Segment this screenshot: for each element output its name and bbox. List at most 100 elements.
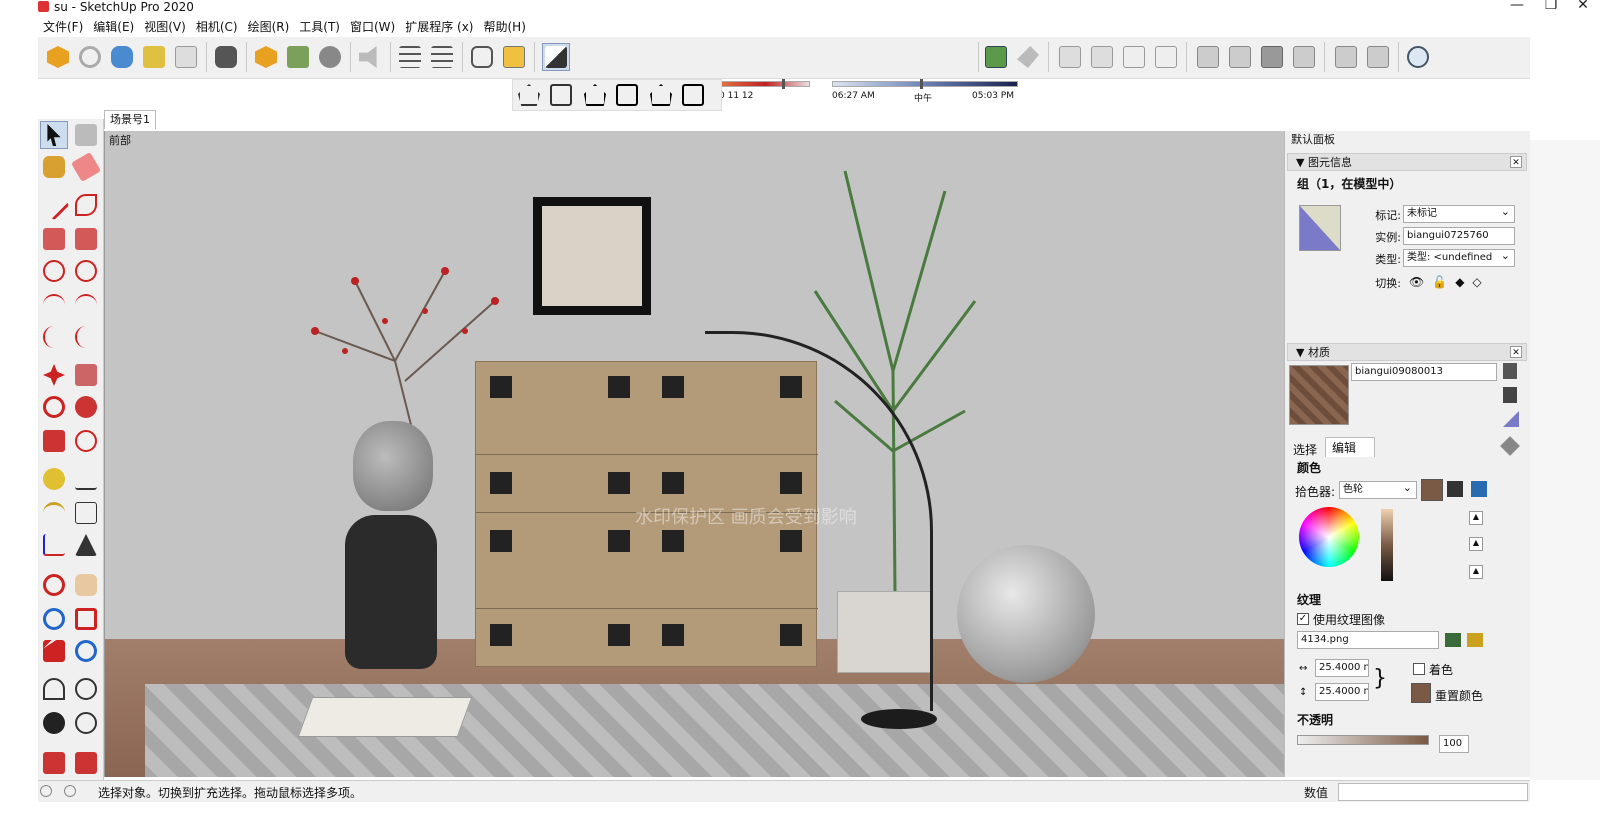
- opacity-slider[interactable]: [1297, 735, 1429, 745]
- lock-icon[interactable]: 🔓: [1432, 275, 1455, 289]
- 3d-text-icon[interactable]: [72, 531, 100, 559]
- settings-sliders-icon[interactable]: [396, 43, 424, 71]
- sandbox-icon[interactable]: [40, 749, 68, 777]
- sandbox-2-icon[interactable]: [72, 749, 100, 777]
- back-edges-icon[interactable]: [547, 81, 575, 109]
- menu-help[interactable]: 帮助(H): [478, 17, 530, 37]
- close-icon[interactable]: ✕: [1510, 346, 1522, 358]
- settings-sliders-2-icon[interactable]: [428, 43, 456, 71]
- xray-icon[interactable]: [515, 81, 543, 109]
- menu-draw[interactable]: 绘图(R): [243, 17, 295, 37]
- view-left-icon[interactable]: [1364, 43, 1392, 71]
- tab-select[interactable]: 选择: [1293, 441, 1317, 458]
- texture-height-field[interactable]: 25.4000 n: [1315, 683, 1369, 701]
- menu-view[interactable]: 视图(V): [139, 17, 191, 37]
- reset-color-swatch[interactable]: [1411, 683, 1431, 703]
- follow-me-icon[interactable]: [72, 393, 100, 421]
- section-plane-icon[interactable]: [72, 709, 100, 737]
- entity-info-header[interactable]: ▼ 图元信息 ✕: [1287, 153, 1527, 171]
- opacity-field[interactable]: 100: [1439, 735, 1469, 753]
- share-model-icon[interactable]: [108, 43, 136, 71]
- add-location-icon[interactable]: [44, 43, 72, 71]
- three-point-arc-icon[interactable]: [40, 323, 68, 351]
- shadow-date-thumb[interactable]: [782, 79, 785, 89]
- tab-edit[interactable]: 编辑: [1325, 437, 1375, 457]
- paint-bucket-icon[interactable]: [40, 153, 68, 181]
- type-dropdown[interactable]: 类型: <undefined: [1403, 249, 1515, 267]
- protractor-icon[interactable]: [40, 499, 68, 527]
- layout-export-icon[interactable]: [1056, 43, 1084, 71]
- close-icon[interactable]: ✕: [1510, 156, 1522, 168]
- credits-icon[interactable]: [64, 785, 76, 797]
- tape-measure-icon[interactable]: [40, 465, 68, 493]
- refresh-icon[interactable]: [76, 43, 104, 71]
- pan-hand-icon[interactable]: [72, 571, 100, 599]
- minimize-button[interactable]: —: [1500, 0, 1534, 14]
- export-pdf-icon[interactable]: [1152, 43, 1180, 71]
- zoom-extents-icon[interactable]: [40, 637, 68, 665]
- sound-icon[interactable]: [356, 43, 384, 71]
- close-button[interactable]: ✕: [1566, 0, 1600, 14]
- instance-field[interactable]: biangui0725760: [1403, 227, 1515, 245]
- geo-location-icon[interactable]: [140, 43, 168, 71]
- pie-icon[interactable]: [72, 323, 100, 351]
- eyedropper-icon[interactable]: [1500, 436, 1520, 456]
- text-icon[interactable]: [72, 499, 100, 527]
- menu-tools[interactable]: 工具(T): [294, 17, 345, 37]
- shadows-toggle-icon[interactable]: [542, 43, 570, 71]
- wireframe-icon[interactable]: [581, 81, 609, 109]
- shadow-time-slider[interactable]: 06:27 AM 中午 05:03 PM: [832, 79, 1018, 109]
- zoom-window-icon[interactable]: [72, 605, 100, 633]
- warehouse-icon[interactable]: [252, 43, 280, 71]
- menu-edit[interactable]: 编辑(E): [88, 17, 139, 37]
- zoom-icon[interactable]: [40, 605, 68, 633]
- menu-window[interactable]: 窗口(W): [345, 17, 400, 37]
- polygon-icon[interactable]: [72, 257, 100, 285]
- arc-icon[interactable]: [40, 291, 68, 319]
- receive-shadow-icon[interactable]: ◇: [1472, 275, 1489, 289]
- make-component-icon[interactable]: [72, 121, 100, 149]
- hidden-line-icon[interactable]: [613, 81, 641, 109]
- message-icon[interactable]: [468, 43, 496, 71]
- texture-width-field[interactable]: 25.4000 n: [1315, 659, 1369, 677]
- components-icon[interactable]: [284, 43, 312, 71]
- default-material-icon[interactable]: [1503, 387, 1517, 403]
- walk-icon[interactable]: [40, 709, 68, 737]
- browse-texture-icon[interactable]: [1467, 633, 1483, 647]
- vr-viewer-icon[interactable]: [212, 43, 240, 71]
- move-icon[interactable]: [40, 361, 68, 389]
- orbit-icon[interactable]: [40, 571, 68, 599]
- match-screen-color-icon[interactable]: [1471, 481, 1487, 497]
- edit-texture-icon[interactable]: [1445, 633, 1461, 647]
- sample-paint-icon[interactable]: [1503, 411, 1519, 427]
- visibility-eye-icon[interactable]: 👁: [1409, 275, 1432, 289]
- toggle-icons[interactable]: 👁🔓◆◇: [1409, 275, 1490, 289]
- dimension-icon[interactable]: [72, 465, 100, 493]
- view-iso-icon[interactable]: [1194, 43, 1222, 71]
- stepper-up-icon[interactable]: ▲: [1469, 511, 1483, 525]
- color-wheel[interactable]: [1299, 507, 1359, 567]
- color-swatch[interactable]: [1421, 479, 1443, 501]
- menu-extensions[interactable]: 扩展程序 (x): [400, 17, 478, 37]
- geo-map-icon[interactable]: [982, 43, 1010, 71]
- cast-shadow-icon[interactable]: ◆: [1455, 275, 1472, 289]
- shaded-textures-icon[interactable]: [679, 81, 707, 109]
- rotated-rectangle-icon[interactable]: [72, 225, 100, 253]
- picker-dropdown[interactable]: 色轮: [1339, 481, 1417, 499]
- photo-texture-icon[interactable]: [172, 43, 200, 71]
- previous-view-icon[interactable]: [72, 637, 100, 665]
- tag-dropdown[interactable]: 未标记: [1403, 205, 1515, 223]
- view-back-icon[interactable]: [1332, 43, 1360, 71]
- push-pull-icon[interactable]: [72, 361, 100, 389]
- line-icon[interactable]: [38, 189, 70, 221]
- texture-file-field[interactable]: 4134.png: [1297, 631, 1439, 649]
- rectangle-icon[interactable]: [40, 225, 68, 253]
- shaded-icon[interactable]: [647, 81, 675, 109]
- stepper-mid-icon[interactable]: ▲: [1469, 537, 1483, 551]
- rotate-icon[interactable]: [40, 393, 68, 421]
- 3d-viewport[interactable]: 前部 水印保护区 画质会受到影响: [104, 131, 1284, 777]
- position-camera-icon[interactable]: [40, 675, 68, 703]
- look-around-icon[interactable]: [72, 675, 100, 703]
- axes-icon[interactable]: [40, 531, 68, 559]
- freehand-icon[interactable]: [72, 191, 100, 219]
